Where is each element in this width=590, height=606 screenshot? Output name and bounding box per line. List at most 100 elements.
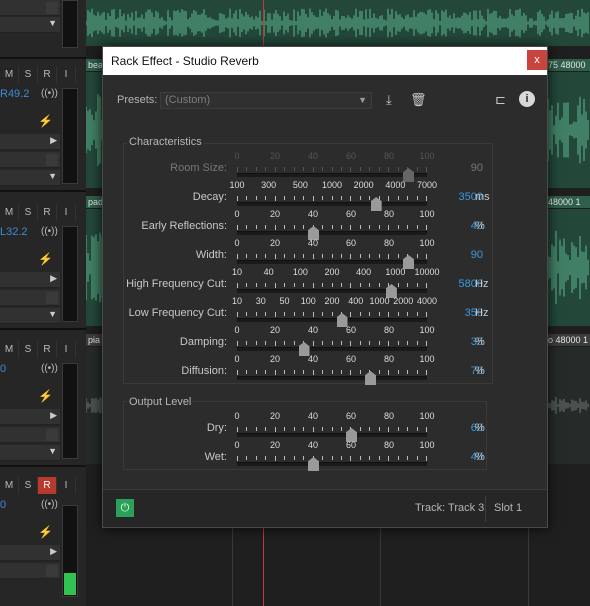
tick-label: 2000: [393, 296, 414, 306]
input-monitor-button[interactable]: I: [57, 341, 76, 358]
track-control-row[interactable]: ▼: [0, 170, 60, 186]
slider-track[interactable]: [237, 347, 427, 351]
track-control-row[interactable]: ▼: [0, 445, 60, 461]
mute-button[interactable]: M: [0, 341, 19, 358]
tick-label: 100: [419, 238, 435, 248]
slider-track[interactable]: [237, 318, 427, 322]
pan-value[interactable]: L32.2: [0, 226, 40, 238]
slot-label: Slot 1: [494, 502, 523, 514]
tick-marks: [237, 254, 427, 259]
track-control-row[interactable]: ▼: [0, 308, 60, 324]
level-meter: [62, 505, 78, 597]
stereo-wave-icon[interactable]: ((•)): [41, 363, 58, 374]
track-control-row[interactable]: [0, 0, 60, 16]
track-control-row[interactable]: [0, 563, 60, 579]
param-label: Decay:: [192, 191, 227, 203]
save-preset-icon[interactable]: ⤓: [386, 92, 392, 108]
track-control-row[interactable]: ▶: [0, 134, 60, 150]
power-icon[interactable]: ⏻: [116, 499, 134, 517]
waveform[interactable]: [85, 0, 590, 46]
tick-label: 400: [348, 296, 364, 306]
slider-track[interactable]: [237, 289, 427, 293]
tick-label: 500: [292, 180, 308, 190]
record-arm-button[interactable]: R: [38, 66, 57, 83]
slider-track[interactable]: [237, 173, 427, 177]
tick-label: 100: [419, 411, 435, 421]
solo-button[interactable]: S: [19, 204, 38, 221]
tick-labels: 0 20 40 60 80 100: [234, 411, 434, 423]
mute-button[interactable]: M: [0, 477, 19, 494]
param-row: Damping: 0 20 40 60 80 100 35%: [103, 325, 549, 356]
tick-label: 100: [419, 354, 435, 364]
tick-label: 300: [261, 180, 277, 190]
chevron-down-icon[interactable]: ▼: [48, 171, 57, 181]
tick-label: 0: [234, 209, 240, 219]
param-value[interactable]: 90: [449, 162, 483, 174]
mute-button[interactable]: M: [0, 66, 19, 83]
param-label: Dry:: [206, 422, 227, 434]
lightning-icon[interactable]: ⚡: [38, 114, 53, 128]
track-control-row[interactable]: [0, 152, 60, 168]
chevron-down-icon[interactable]: ▼: [48, 446, 57, 456]
tick-labels: 100 300 500 1000 2000 4000 7000: [229, 180, 437, 192]
input-monitor-button[interactable]: I: [57, 66, 76, 83]
slider-track[interactable]: [237, 433, 427, 437]
track-control-row[interactable]: [0, 427, 60, 443]
record-arm-button[interactable]: R: [38, 477, 57, 494]
slider-track[interactable]: [237, 376, 427, 380]
param-unit: Hz: [475, 278, 489, 290]
input-monitor-button[interactable]: I: [57, 204, 76, 221]
track-control-row[interactable]: ▶: [0, 545, 60, 561]
slider-track[interactable]: [237, 462, 427, 466]
delete-preset-icon[interactable]: 🗑: [410, 92, 427, 108]
presets-dropdown[interactable]: (Custom) ▼: [160, 92, 372, 109]
routing-icon[interactable]: ⊏: [495, 92, 506, 108]
stereo-wave-icon[interactable]: ((•)): [41, 499, 58, 510]
pan-value[interactable]: 0: [0, 363, 40, 375]
mute-button[interactable]: M: [0, 204, 19, 221]
close-button[interactable]: x: [527, 50, 547, 70]
tick-marks: [237, 341, 427, 346]
track-buttons: M S R I: [0, 204, 76, 221]
param-unit: ms: [475, 191, 490, 203]
solo-button[interactable]: S: [19, 66, 38, 83]
tick-label: 60: [345, 209, 357, 219]
info-icon[interactable]: i: [519, 91, 535, 107]
stereo-wave-icon[interactable]: ((•)): [41, 88, 58, 99]
lightning-icon[interactable]: ⚡: [38, 389, 53, 403]
input-monitor-button[interactable]: I: [57, 477, 76, 494]
tick-label: 100: [300, 296, 316, 306]
slider-track[interactable]: [237, 231, 427, 235]
track-control-row[interactable]: ▼: [0, 17, 60, 33]
solo-button[interactable]: S: [19, 477, 38, 494]
chevron-down-icon[interactable]: ▼: [48, 18, 57, 28]
param-row: Dry: 0 20 40 60 80 100 60%: [103, 411, 549, 442]
lightning-icon[interactable]: ⚡: [38, 252, 53, 266]
slider-track[interactable]: [237, 260, 427, 264]
track-control-row[interactable]: ▶: [0, 409, 60, 425]
tick-label: 40: [307, 151, 319, 161]
tick-marks: [237, 196, 427, 201]
tick-label: 100: [419, 151, 435, 161]
record-arm-button[interactable]: R: [38, 204, 57, 221]
record-arm-button[interactable]: R: [38, 341, 57, 358]
tick-label: 20: [269, 325, 281, 335]
slider-track[interactable]: [237, 202, 427, 206]
param-label: Early Reflections:: [141, 220, 227, 232]
lightning-icon[interactable]: ⚡: [38, 525, 53, 539]
tick-label: 1000: [369, 296, 390, 306]
param-value[interactable]: 90: [449, 249, 483, 261]
level-meter: [62, 88, 78, 184]
track-headers: ▼ M S R I R49.2 ((•)) ⚡ ▶ ▼ M S R I L32.…: [0, 0, 86, 606]
track-control-row[interactable]: [0, 290, 60, 306]
tick-label: 200: [324, 267, 340, 277]
solo-button[interactable]: S: [19, 341, 38, 358]
track-header: M S R I R49.2 ((•)) ⚡ ▶ ▼: [0, 66, 86, 192]
pan-value[interactable]: 0: [0, 499, 40, 511]
chevron-down-icon[interactable]: ▼: [48, 309, 57, 319]
pan-value[interactable]: R49.2: [0, 88, 40, 100]
dialog-titlebar[interactable]: Rack Effect - Studio Reverb x: [103, 47, 547, 75]
clip-name: pia: [88, 335, 101, 345]
stereo-wave-icon[interactable]: ((•)): [41, 226, 58, 237]
track-control-row[interactable]: ▶: [0, 272, 60, 288]
